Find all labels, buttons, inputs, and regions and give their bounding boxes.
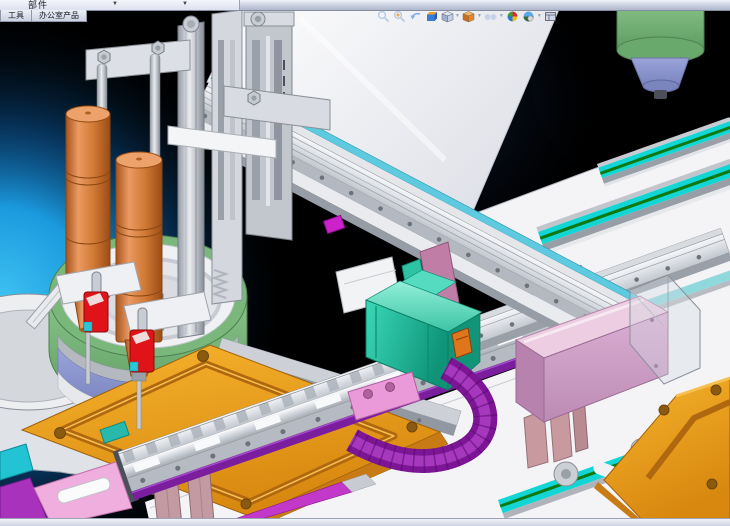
tab-office-products[interactable]: 办公室产品 <box>32 10 87 22</box>
view-orientation-icon[interactable] <box>440 10 454 24</box>
dropdown-caret-icon[interactable]: ▼ <box>537 14 542 19</box>
orange-clamp[interactable] <box>452 328 472 358</box>
viewport-3d[interactable] <box>0 0 730 526</box>
view-settings-icon[interactable] <box>544 10 558 24</box>
commandmanager-tabs: 工具 办公室产品 <box>0 10 87 22</box>
apply-scene-icon[interactable] <box>522 10 536 24</box>
section-view-icon[interactable] <box>424 10 438 24</box>
dropdown-caret-icon[interactable]: ▼ <box>182 1 188 7</box>
hide-show-items-icon[interactable] <box>484 10 498 24</box>
zoom-to-fit-icon[interactable] <box>376 10 390 24</box>
tab-tools[interactable]: 工具 <box>0 10 32 22</box>
dropdown-caret-icon[interactable]: ▼ <box>112 1 118 7</box>
zoom-to-area-icon[interactable] <box>392 10 406 24</box>
window-bottom-edge <box>0 518 730 526</box>
dropdown-caret-icon[interactable]: ▼ <box>455 14 460 19</box>
dropdown-caret-icon[interactable]: ▼ <box>499 14 504 19</box>
headsup-view-toolbar: ▼ ▼ ▼ ▼ <box>376 9 558 24</box>
command-manager[interactable]: 部件 ▼ ▼ <box>0 0 240 10</box>
previous-view-icon[interactable] <box>408 10 422 24</box>
display-style-icon[interactable] <box>462 10 476 24</box>
dropdown-caret-icon[interactable]: ▼ <box>477 14 482 19</box>
edit-appearance-icon[interactable] <box>506 10 520 24</box>
